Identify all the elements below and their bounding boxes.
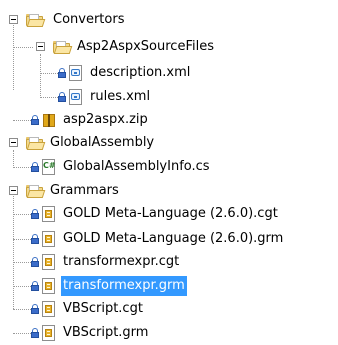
collapse-icon[interactable] (36, 42, 45, 51)
grammar-file-icon (42, 278, 56, 294)
tree-item-gold-grm[interactable]: GOLD Meta-Language (2.6.0).grm (0, 228, 338, 250)
xml-file-icon (69, 65, 83, 81)
tree-item-label: GlobalAssemblyInfo.cs (63, 159, 210, 174)
collapse-icon[interactable] (9, 138, 18, 147)
lock-icon (31, 304, 39, 314)
grammar-file-icon (42, 325, 56, 341)
tree-item-label: Convertors (53, 12, 125, 27)
tree-item-rules-xml[interactable]: rules.xml (0, 86, 338, 108)
grammar-file-icon (42, 254, 56, 270)
tree-item-gold-cgt[interactable]: GOLD Meta-Language (2.6.0).cgt (0, 203, 338, 225)
tree-item-description-xml[interactable]: description.xml (0, 62, 338, 84)
tree-item-label: VBScript.grm (63, 325, 149, 340)
tree-item-asp2aspx-zip[interactable]: asp2aspx.zip (0, 109, 338, 131)
tree-item-label: GOLD Meta-Language (2.6.0).cgt (63, 206, 278, 221)
lock-icon (31, 281, 39, 291)
lock-icon (31, 162, 39, 172)
grammar-file-icon (42, 301, 56, 317)
lock-icon (58, 92, 66, 102)
folder-icon (26, 184, 46, 198)
folder-icon (26, 136, 46, 150)
collapse-icon[interactable] (9, 186, 18, 195)
collapse-icon[interactable] (9, 15, 18, 24)
tree-item-convertors[interactable]: Convertors (0, 9, 338, 31)
tree-item-vbscript-cgt[interactable]: VBScript.cgt (0, 298, 338, 320)
zip-file-icon (42, 112, 56, 128)
lock-icon (31, 234, 39, 244)
tree-item-label: transformexpr.cgt (63, 254, 180, 269)
tree-item-label: GOLD Meta-Language (2.6.0).grm (63, 231, 284, 246)
lock-icon (31, 115, 39, 125)
tree-item-label: GlobalAssembly (50, 135, 155, 150)
tree-item-label: Grammars (50, 183, 119, 198)
tree-item-global-assembly-info[interactable]: C# GlobalAssemblyInfo.cs (0, 156, 338, 178)
folder-icon (26, 13, 46, 27)
tree-item-label: rules.xml (90, 89, 151, 104)
xml-file-icon (69, 89, 83, 105)
tree-item-transformexpr-cgt[interactable]: transformexpr.cgt (0, 251, 338, 273)
tree-item-vbscript-grm[interactable]: VBScript.grm (0, 322, 338, 344)
csharp-file-icon: C# (42, 159, 56, 175)
tree-item-label: description.xml (90, 65, 191, 80)
grammar-file-icon (42, 231, 56, 247)
solution-tree: Convertors Asp2AspxSourceFiles descripti… (0, 0, 338, 345)
tree-item-label: VBScript.cgt (63, 301, 143, 316)
tree-item-transformexpr-grm[interactable]: transformexpr.grm (0, 275, 338, 297)
tree-item-grammars[interactable]: Grammars (0, 180, 338, 202)
lock-icon (31, 328, 39, 338)
lock-icon (58, 68, 66, 78)
tree-item-global-assembly[interactable]: GlobalAssembly (0, 132, 338, 154)
tree-item-label-selected: transformexpr.grm (60, 275, 188, 297)
grammar-file-icon (42, 206, 56, 222)
tree-item-label: asp2aspx.zip (63, 112, 148, 127)
folder-icon (53, 40, 73, 54)
lock-icon (31, 209, 39, 219)
tree-item-label: Asp2AspxSourceFiles (77, 39, 214, 54)
lock-icon (31, 257, 39, 267)
tree-item-asp2aspx-source-files[interactable]: Asp2AspxSourceFiles (0, 36, 338, 58)
